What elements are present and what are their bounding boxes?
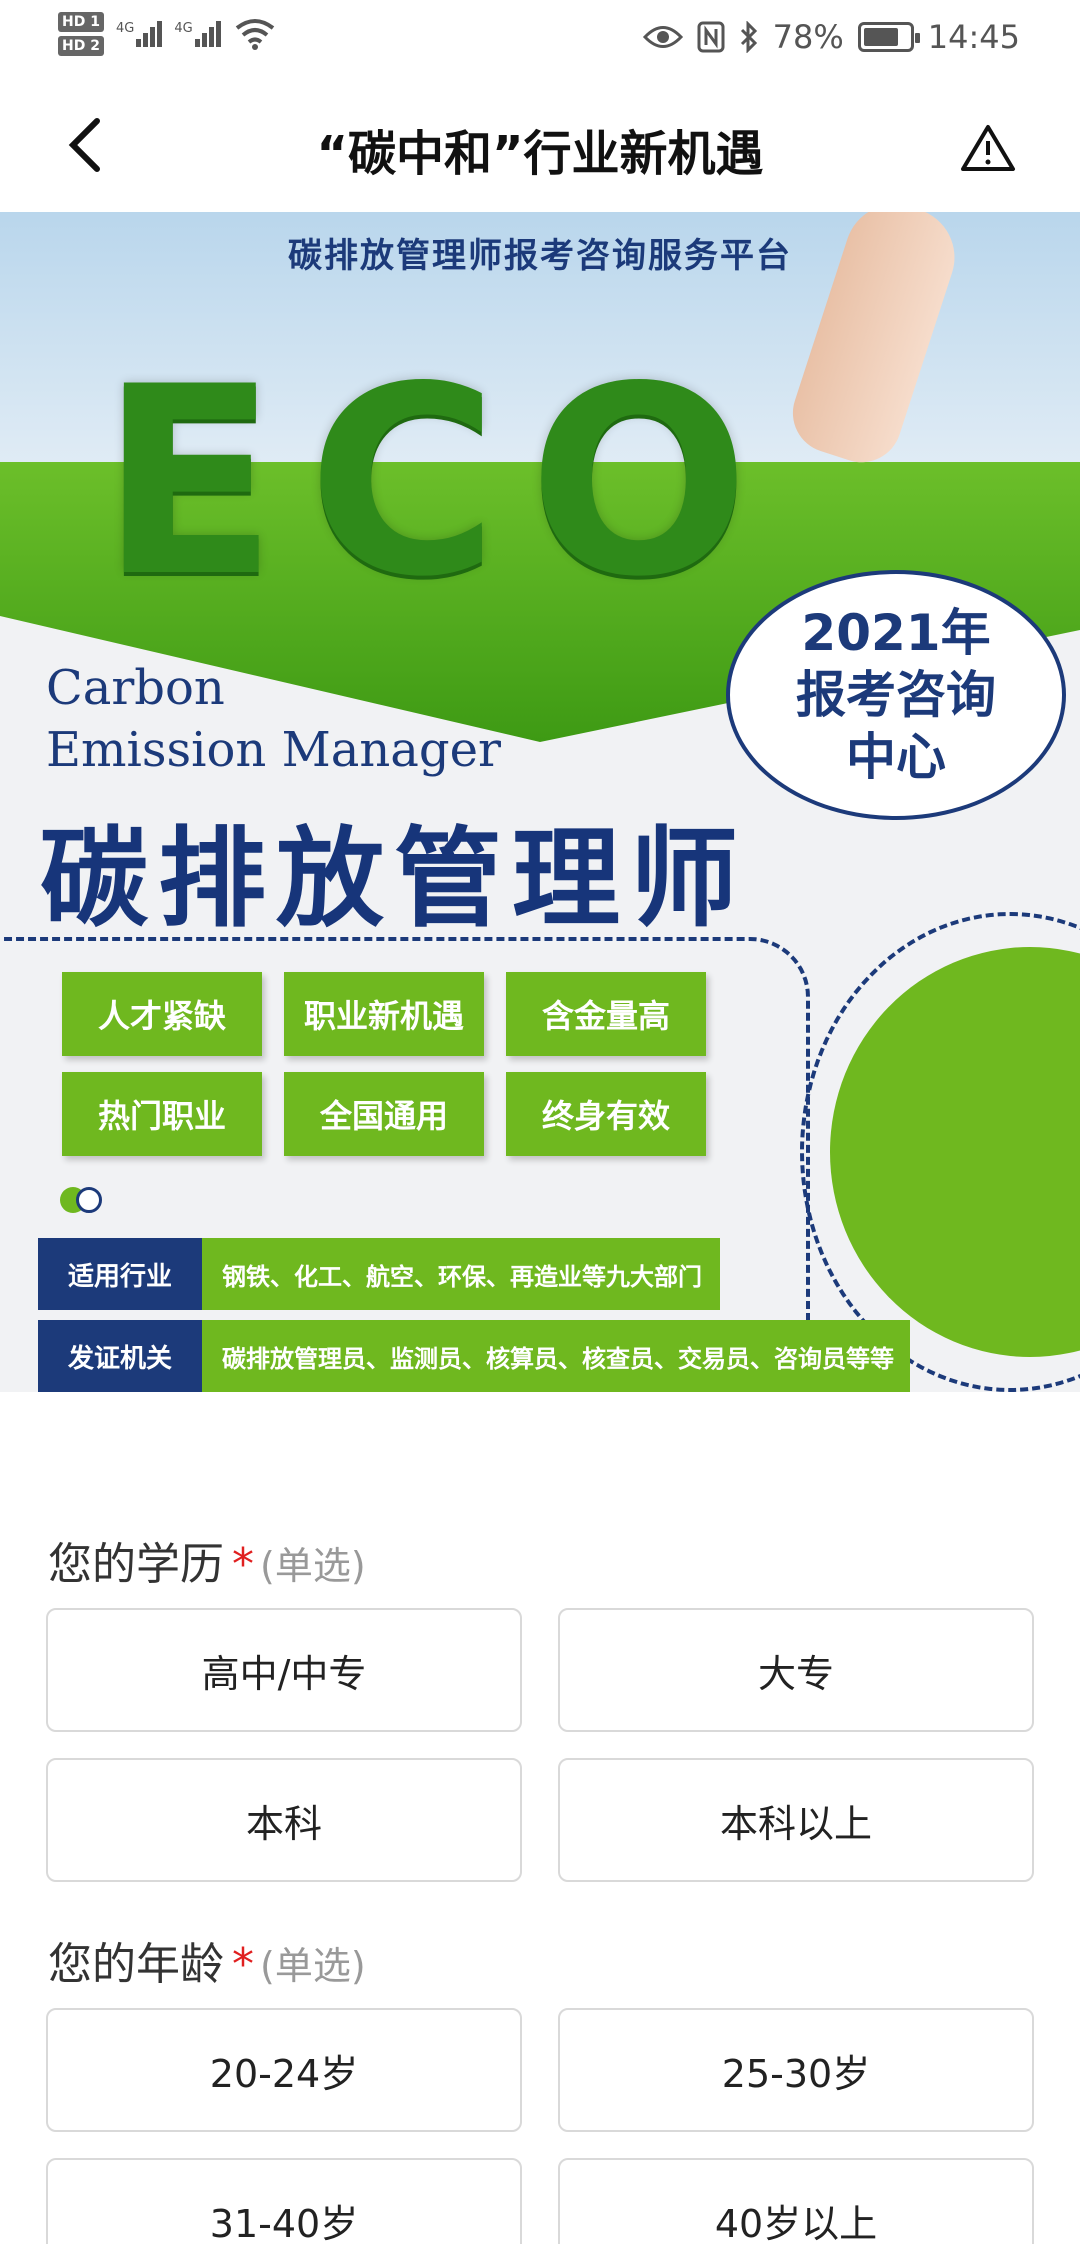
cert-row: 发证机关 碳排放管理员、监测员、核算员、核查员、交易员、咨询员等等 [38,1320,910,1392]
badge-year: 2021年 [801,604,991,662]
banner-top-text: 碳排放管理师报考咨询服务平台 [288,236,792,276]
feature-tag: 人才紧缺 [62,972,262,1056]
education-option[interactable]: 高中/中专 [46,1608,522,1732]
age-option[interactable]: 20-24岁 [46,2008,522,2132]
network-type-label: 4G [115,21,135,36]
badge-line3: 中心 [846,728,946,786]
consult-badge: 2021年 报考咨询 中心 [726,570,1066,820]
hd1-badge: HD 1 [58,12,104,32]
age-option[interactable]: 25-30岁 [558,2008,1034,2132]
feature-tag: 含金量高 [506,972,706,1056]
hd-indicators: HD 1 HD 2 [58,12,104,56]
status-right: 78% 14:45 [642,18,1020,56]
industry-label: 适用行业 [38,1238,202,1310]
app-header: “碳中和”行业新机遇 [0,80,1080,212]
education-question: 您的学历 * (单选) [48,1528,366,1592]
english-title-line2: Emission Manager [46,722,501,778]
single-choice-hint: (单选) [260,1544,366,1588]
single-choice-hint: (单选) [260,1944,366,1988]
age-question: 您的年龄 * (单选) [48,1928,366,1992]
feature-tag: 职业新机遇 [284,972,484,1056]
age-option[interactable]: 40岁以上 [558,2158,1034,2244]
education-option[interactable]: 大专 [558,1608,1034,1732]
battery-icon [857,22,920,52]
badge-line2: 报考咨询 [796,666,996,724]
hd2-badge: HD 2 [58,36,104,56]
english-title-line1: Carbon [46,660,225,716]
education-option[interactable]: 本科以上 [558,1758,1034,1882]
required-mark: * [232,1939,254,1990]
age-label: 您的年龄 [48,1939,224,1990]
eco-letters: ECO [100,332,780,634]
signal-icon: 4G [115,21,163,47]
main-title: 碳排放管理师 [40,817,749,942]
feature-tag: 终身有效 [506,1072,706,1156]
status-bar: HD 1 HD 2 4G 4G 78% 14:45 [0,0,1080,80]
battery-percent: 78% [772,18,844,56]
report-button[interactable] [956,116,1020,180]
battery-level [863,28,899,46]
education-option[interactable]: 本科 [46,1758,522,1882]
age-option[interactable]: 31-40岁 [46,2158,522,2244]
network-type-label: 4G [174,21,193,36]
promo-banner[interactable]: ECO 碳排放管理师报考咨询服务平台 2021年 报考咨询 中心 Carbon … [0,212,1080,1392]
required-mark: * [232,1539,254,1590]
education-label: 您的学历 [48,1539,224,1590]
clock: 14:45 [927,18,1020,56]
industry-row: 适用行业 钢铁、化工、航空、环保、再造业等九大部门 [38,1238,720,1310]
feature-tag: 全国通用 [284,1072,484,1156]
bluetooth-icon [740,21,757,53]
status-left: HD 1 HD 2 4G 4G [58,12,275,56]
eye-icon [642,26,683,48]
industry-value: 钢铁、化工、航空、环保、再造业等九大部门 [202,1238,720,1310]
page-title: “碳中和”行业新机遇 [316,126,764,182]
signal-icon: 4G [174,21,221,47]
nfc-icon [697,21,725,53]
cert-label: 发证机关 [38,1320,202,1392]
warning-icon [961,125,1015,171]
cert-value: 碳排放管理员、监测员、核算员、核查员、交易员、咨询员等等 [202,1320,910,1392]
wifi-icon [235,19,274,50]
decorative-dots [60,1187,102,1213]
feature-tag: 热门职业 [62,1072,262,1156]
